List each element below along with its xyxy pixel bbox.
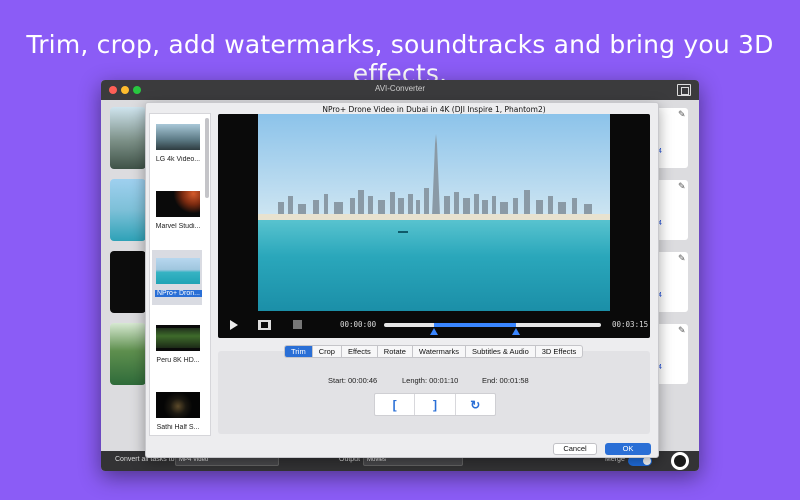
list-item[interactable]: Marvel Studi... <box>152 183 202 238</box>
video-frame <box>258 114 610 311</box>
window-title: AVI-Converter <box>374 84 426 93</box>
edit-pencil-icon[interactable]: ✎ <box>678 253 686 264</box>
task-thumbnail[interactable] <box>110 323 146 385</box>
task-thumbnail[interactable] <box>110 251 146 313</box>
trim-end-time: End: 00:01:58 <box>482 376 529 385</box>
trim-button-group: [ ] ↻ <box>374 393 496 416</box>
video-thumbnail <box>156 191 200 217</box>
tab-crop[interactable]: Crop <box>313 346 342 357</box>
player-controls: 00:00:00 00:03:15 <box>218 313 650 337</box>
tab-effects[interactable]: Effects <box>342 346 378 357</box>
edit-pencil-icon[interactable]: ✎ <box>678 181 686 192</box>
trim-start-time: Start: 00:00:46 <box>328 376 378 385</box>
current-time: 00:00:00 <box>340 320 377 329</box>
trim-start-handle[interactable] <box>429 328 438 335</box>
video-label: Marvel Studi... <box>155 223 201 230</box>
cancel-button[interactable]: Cancel <box>553 443 597 455</box>
task-thumbnail[interactable] <box>110 107 146 169</box>
task-thumbnail[interactable] <box>110 179 146 241</box>
list-item[interactable]: NPro+ Dron... <box>152 250 202 305</box>
trim-range <box>433 323 517 327</box>
title-bar: AVI-Converter <box>101 80 699 100</box>
trim-length: Length: 00:01:10 <box>402 376 459 385</box>
edit-tabs: Trim Crop Effects Rotate Watermarks Subt… <box>284 345 584 358</box>
video-label: LG 4k Video... <box>155 156 201 163</box>
trim-end-handle[interactable] <box>512 328 521 335</box>
tab-3d-effects[interactable]: 3D Effects <box>536 346 582 357</box>
convert-button[interactable] <box>671 452 689 470</box>
video-thumbnail <box>156 325 200 351</box>
video-thumbnail <box>156 392 200 418</box>
total-time: 00:03:15 <box>612 320 649 329</box>
tab-subtitles-audio[interactable]: Subtitles & Audio <box>466 346 536 357</box>
list-item[interactable]: Sathi Half S... <box>152 384 202 435</box>
video-thumbnail <box>156 258 200 284</box>
list-item[interactable]: LG 4k Video... <box>152 116 202 171</box>
timeline-track[interactable] <box>384 323 601 335</box>
tab-rotate[interactable]: Rotate <box>378 346 413 357</box>
video-label: Sathi Half S... <box>156 424 200 431</box>
video-list: LG 4k Video... Marvel Studi... NPro+ Dro… <box>149 113 211 436</box>
media-browser-icon[interactable] <box>677 84 691 96</box>
video-label: NPro+ Dron... <box>155 290 202 297</box>
edit-pencil-icon[interactable]: ✎ <box>678 325 686 336</box>
ok-button[interactable]: OK <box>605 443 651 455</box>
video-thumbnail <box>156 124 200 150</box>
reset-icon[interactable]: ↻ <box>456 394 495 415</box>
app-window: AVI-Converter ✎ ✎ ✎ ✎ 4 4 4 4 Convert al… <box>101 80 699 471</box>
edit-dialog: LG 4k Video... Marvel Studi... NPro+ Dro… <box>145 102 659 458</box>
video-title: NPro+ Drone Video in Dubai in 4K (DJI In… <box>322 105 546 114</box>
edit-panel: Trim Crop Effects Rotate Watermarks Subt… <box>218 345 650 434</box>
set-end-button[interactable]: ] <box>415 394 456 415</box>
list-scrollbar[interactable] <box>205 118 209 198</box>
list-item[interactable]: Peru 8K HD... <box>152 317 202 372</box>
set-start-button[interactable]: [ <box>375 394 416 415</box>
tab-watermarks[interactable]: Watermarks <box>413 346 467 357</box>
video-preview-image <box>258 114 610 311</box>
video-player: 00:00:00 00:03:15 <box>218 114 650 338</box>
video-label: Peru 8K HD... <box>156 357 200 364</box>
tab-trim[interactable]: Trim <box>285 346 313 357</box>
stop-icon[interactable] <box>293 320 302 329</box>
edit-pencil-icon[interactable]: ✎ <box>678 109 686 120</box>
filmstrip-icon[interactable] <box>258 320 271 330</box>
play-icon[interactable] <box>230 320 238 330</box>
